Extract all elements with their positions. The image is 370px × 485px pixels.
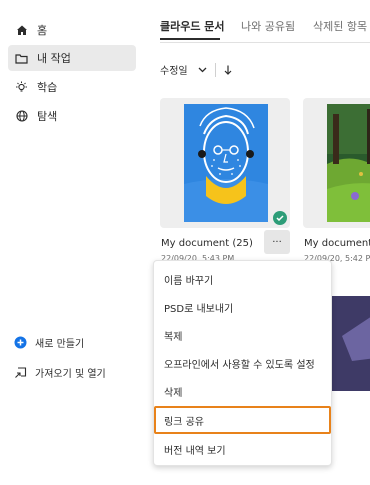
menu-item-export-psd[interactable]: PSD로 내보내기	[154, 293, 331, 321]
globe-icon	[15, 110, 28, 123]
sort-control: 수정일	[160, 62, 232, 77]
menu-item-duplicate[interactable]: 복제	[154, 321, 331, 349]
menu-item-rename[interactable]: 이름 바꾸기	[154, 265, 331, 293]
sidebar-item-label: 내 작업	[37, 52, 71, 65]
context-menu: 이름 바꾸기 PSD로 내보내기 복제 오프라인에서 사용할 수 있도록 설정 …	[153, 260, 332, 466]
menu-item-delete[interactable]: 삭제	[154, 377, 331, 405]
plus-circle-icon	[14, 336, 27, 349]
menu-item-make-available-offline[interactable]: 오프라인에서 사용할 수 있도록 설정	[154, 349, 331, 377]
sync-status-icon	[273, 211, 287, 225]
sidebar: 홈 내 작업 학습 탐색 새로 만들기 가져오기 및 열기	[0, 0, 145, 485]
document-thumbnail	[184, 104, 268, 222]
sidebar-item-learn[interactable]: 학습	[8, 74, 136, 100]
document-thumbnail	[332, 296, 370, 391]
menu-item-version-history[interactable]: 버전 내역 보기	[154, 435, 331, 463]
tabs-divider	[160, 42, 370, 43]
import-icon	[14, 366, 27, 379]
tab-cloud-documents[interactable]: 클라우드 문서	[160, 18, 225, 34]
tab-bar: 클라우드 문서 나와 공유됨 삭제된 항목	[160, 18, 370, 48]
more-icon: ···	[272, 236, 282, 248]
document-card[interactable]	[303, 98, 370, 228]
lightbulb-icon	[15, 81, 28, 94]
tab-deleted[interactable]: 삭제된 항목	[313, 18, 367, 34]
sort-label[interactable]: 수정일	[160, 62, 188, 77]
document-card[interactable]	[160, 98, 290, 228]
create-new-label: 새로 만들기	[35, 339, 85, 350]
document-name[interactable]: My document (25)	[161, 238, 253, 249]
document-thumbnail	[327, 104, 370, 222]
more-options-button[interactable]: ···	[264, 230, 290, 254]
sort-divider	[214, 62, 216, 77]
chevron-down-icon[interactable]	[198, 67, 207, 73]
active-tab-indicator	[160, 38, 220, 40]
sidebar-item-home[interactable]: 홈	[8, 17, 136, 43]
tab-shared-with-me[interactable]: 나와 공유됨	[241, 18, 295, 34]
home-icon	[15, 24, 28, 37]
create-new-button[interactable]: 새로 만들기	[14, 335, 84, 350]
sidebar-item-label: 학습	[37, 81, 58, 94]
arrow-down-icon[interactable]	[224, 65, 232, 75]
sidebar-item-label: 탐색	[37, 110, 58, 123]
sidebar-item-my-work[interactable]: 내 작업	[8, 45, 136, 71]
sidebar-item-label: 홈	[37, 24, 48, 37]
import-open-label: 가져오기 및 열기	[35, 369, 106, 380]
menu-item-share-link[interactable]: 링크 공유	[154, 406, 331, 434]
document-name[interactable]: My document (	[304, 238, 370, 249]
folder-icon	[15, 52, 28, 65]
sidebar-item-discover[interactable]: 탐색	[8, 103, 136, 129]
import-open-button[interactable]: 가져오기 및 열기	[14, 365, 106, 380]
